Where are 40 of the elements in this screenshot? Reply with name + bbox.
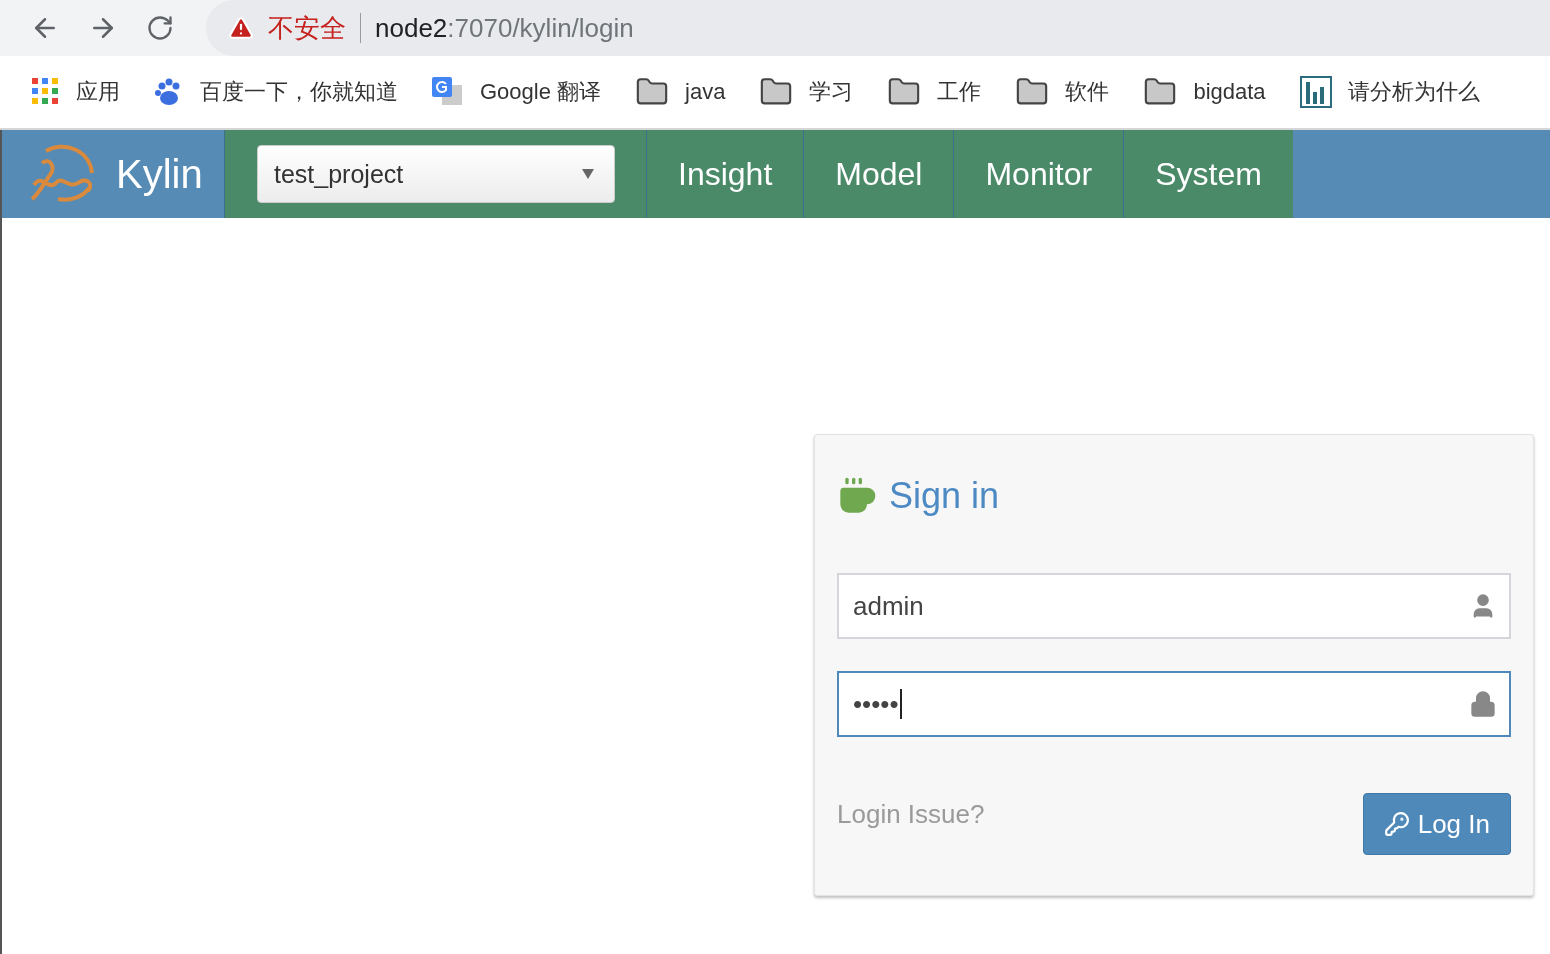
nav-tab[interactable]: Monitor	[953, 130, 1124, 218]
reload-button[interactable]	[146, 14, 174, 42]
bookmark[interactable]: 工作	[887, 75, 982, 109]
bookmark-label: 应用	[76, 78, 120, 106]
input-field[interactable]: •••••	[837, 671, 1511, 737]
nav-tab[interactable]: Model	[803, 130, 954, 218]
caret-icon	[582, 169, 594, 179]
bookmark-label: 软件	[1065, 78, 1110, 106]
lock-icon	[1469, 690, 1497, 718]
log-in-button[interactable]: Log In	[1362, 793, 1511, 855]
bookmark[interactable]: 百度一下，你就知道	[154, 77, 398, 107]
translate-icon	[432, 77, 464, 107]
bookmark[interactable]: java	[635, 75, 726, 109]
bookmark-label: 学习	[809, 78, 854, 106]
bookmark-label: java	[685, 79, 726, 105]
bookmark-label: bigdata	[1193, 79, 1266, 105]
nav-tab[interactable]: Insight	[646, 130, 804, 218]
nav-tab[interactable]: System	[1123, 130, 1293, 218]
address-field[interactable]: node2:7070/kylin/login	[375, 12, 634, 44]
bookmark[interactable]: 软件	[1015, 75, 1110, 109]
warning-icon	[228, 15, 254, 41]
bookmark-label: 请分析为什么	[1347, 78, 1480, 106]
bookmark-label: 工作	[937, 78, 982, 106]
bookmark[interactable]: 学习	[759, 75, 854, 109]
security-label: 不安全	[268, 11, 346, 45]
bookmark[interactable]: 应用	[32, 77, 120, 107]
sign-in-title: Sign in	[889, 475, 1000, 517]
bookmark-label: Google 翻译	[480, 78, 602, 106]
bar-chart-icon	[1299, 76, 1332, 108]
bookmark[interactable]: bigdata	[1143, 75, 1266, 109]
coffee-cup-icon	[837, 476, 877, 516]
key-icon	[1383, 811, 1410, 837]
brand-name: Kylin	[116, 151, 203, 197]
bookmark-label: 百度一下，你就知道	[200, 78, 398, 106]
apps-grid-icon	[32, 78, 60, 106]
bookmark[interactable]: Google 翻译	[432, 77, 602, 107]
project-select[interactable]: test_project	[257, 145, 615, 203]
bookmark[interactable]: 请分析为什么	[1299, 76, 1480, 108]
input-field[interactable]: admin	[837, 573, 1511, 639]
brand-link[interactable]: Kylin	[2, 130, 224, 218]
